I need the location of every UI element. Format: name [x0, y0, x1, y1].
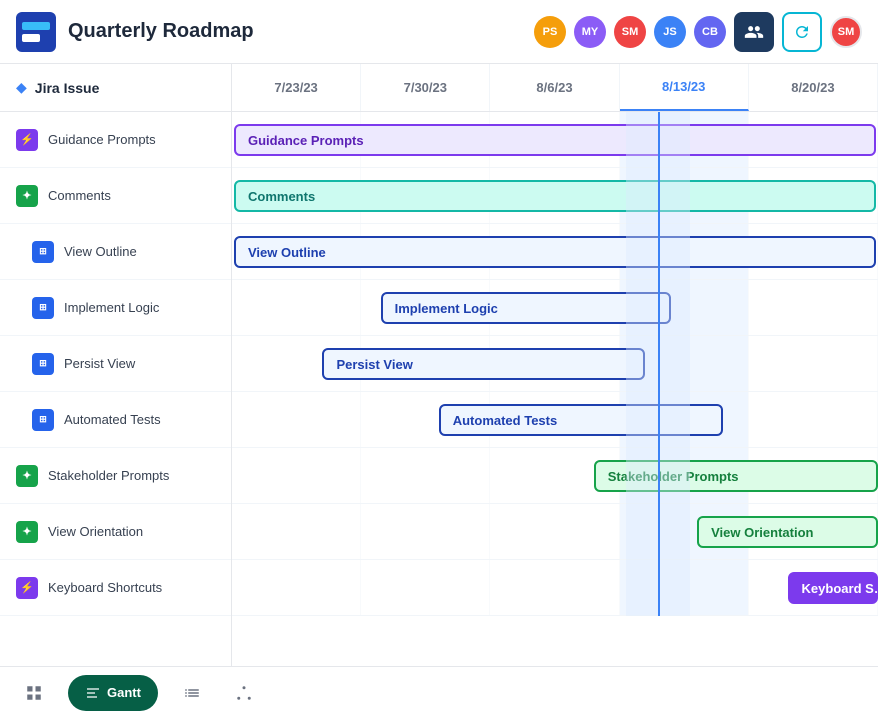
bar-view-orientation[interactable]: View Orientation	[697, 516, 878, 548]
user-avatar[interactable]: SM	[830, 16, 862, 48]
gantt-cell	[361, 504, 490, 559]
app-title: Quarterly Roadmap	[68, 20, 254, 43]
app-logo	[16, 12, 56, 52]
keyboard-shortcuts-label: Keyboard Shortcuts	[48, 580, 162, 595]
gantt-cell	[490, 560, 619, 615]
gantt-cell	[232, 280, 361, 335]
gantt-cell	[232, 560, 361, 615]
gantt-row-stakeholder-prompts: Stakeholder Prompts	[232, 448, 878, 504]
main-content: ◆ Jira Issue ⚡ Guidance Prompts ✦ Commen…	[0, 64, 878, 666]
gantt-row-automated-tests: Automated Tests	[232, 392, 878, 448]
bottom-toolbar: Gantt	[0, 666, 878, 718]
people-button[interactable]	[734, 12, 774, 52]
sidebar-item-view-outline[interactable]: ⊞ View Outline	[0, 224, 231, 280]
gantt-cell	[232, 448, 361, 503]
bar-automated-tests[interactable]: Automated Tests	[439, 404, 723, 436]
comments-icon: ✦	[16, 185, 38, 207]
view-outline-label: View Outline	[64, 244, 137, 259]
bar-keyboard-shortcuts[interactable]: Keyboard S…	[788, 572, 878, 604]
sidebar-item-guidance-prompts[interactable]: ⚡ Guidance Prompts	[0, 112, 231, 168]
stakeholder-prompts-label: Stakeholder Prompts	[48, 468, 169, 483]
gantt-row-view-orientation: View Orientation	[232, 504, 878, 560]
header-left: Quarterly Roadmap	[16, 12, 254, 52]
bar-guidance-prompts[interactable]: Guidance Prompts	[234, 124, 876, 156]
bar-stakeholder-prompts[interactable]: Stakeholder Prompts	[594, 460, 878, 492]
automated-tests-icon: ⊞	[32, 409, 54, 431]
grid-view-button[interactable]	[16, 675, 52, 711]
gantt-view-button[interactable]: Gantt	[68, 675, 158, 711]
guidance-prompts-icon: ⚡	[16, 129, 38, 151]
col-date-3: 8/6/23	[490, 64, 619, 111]
implement-logic-icon: ⊞	[32, 297, 54, 319]
gantt-body: Guidance Prompts Comments View Outline	[232, 112, 878, 616]
gantt-row-guidance-prompts: Guidance Prompts	[232, 112, 878, 168]
gantt-header: 7/23/23 7/30/23 8/6/23 8/13/23 8/20/23	[232, 64, 878, 112]
stakeholder-prompts-icon: ✦	[16, 465, 38, 487]
gantt-row-keyboard-shortcuts: Keyboard S…	[232, 560, 878, 616]
gantt-cell	[361, 448, 490, 503]
sidebar-header: ◆ Jira Issue	[0, 64, 231, 112]
sidebar-item-persist-view[interactable]: ⊞ Persist View	[0, 336, 231, 392]
sidebar-item-implement-logic[interactable]: ⊞ Implement Logic	[0, 280, 231, 336]
node-view-button[interactable]	[226, 675, 262, 711]
gantt-row-persist-view: Persist View	[232, 336, 878, 392]
sidebar-header-label: Jira Issue	[35, 80, 100, 96]
refresh-button[interactable]	[782, 12, 822, 52]
comments-label: Comments	[48, 188, 111, 203]
avatar-ps[interactable]: PS	[534, 16, 566, 48]
view-outline-icon: ⊞	[32, 241, 54, 263]
avatar-js[interactable]: JS	[654, 16, 686, 48]
gantt-cell	[749, 280, 878, 335]
gantt-cell	[232, 392, 361, 447]
col-date-4: 8/13/23	[620, 64, 749, 111]
sidebar: ◆ Jira Issue ⚡ Guidance Prompts ✦ Commen…	[0, 64, 232, 666]
gantt-cell	[361, 560, 490, 615]
app-header: Quarterly Roadmap PS MY SM JS CB SM	[0, 0, 878, 64]
avatar-my[interactable]: MY	[574, 16, 606, 48]
persist-view-label: Persist View	[64, 356, 135, 371]
sidebar-item-keyboard-shortcuts[interactable]: ⚡ Keyboard Shortcuts	[0, 560, 231, 616]
gantt-cell	[490, 504, 619, 559]
jira-icon: ◆	[16, 79, 27, 96]
automated-tests-label: Automated Tests	[64, 412, 161, 427]
bar-implement-logic[interactable]: Implement Logic	[381, 292, 672, 324]
sidebar-item-stakeholder-prompts[interactable]: ✦ Stakeholder Prompts	[0, 448, 231, 504]
sidebar-item-comments[interactable]: ✦ Comments	[0, 168, 231, 224]
gantt-row-view-outline: View Outline	[232, 224, 878, 280]
gantt-label: Gantt	[107, 685, 141, 700]
view-orientation-icon: ✦	[16, 521, 38, 543]
gantt-cell	[232, 504, 361, 559]
gantt-row-implement-logic: Implement Logic	[232, 280, 878, 336]
gantt-row-comments: Comments	[232, 168, 878, 224]
avatar-cb[interactable]: CB	[694, 16, 726, 48]
guidance-prompts-label: Guidance Prompts	[48, 132, 156, 147]
header-right: PS MY SM JS CB SM	[534, 12, 862, 52]
keyboard-shortcuts-icon: ⚡	[16, 577, 38, 599]
bar-view-outline[interactable]: View Outline	[234, 236, 876, 268]
view-orientation-label: View Orientation	[48, 524, 143, 539]
list-view-button[interactable]	[174, 675, 210, 711]
bar-comments[interactable]: Comments	[234, 180, 876, 212]
gantt-cell	[620, 560, 749, 615]
col-date-5: 8/20/23	[749, 64, 878, 111]
bar-persist-view[interactable]: Persist View	[322, 348, 645, 380]
sidebar-item-automated-tests[interactable]: ⊞ Automated Tests	[0, 392, 231, 448]
avatar-sm[interactable]: SM	[614, 16, 646, 48]
sidebar-item-view-orientation[interactable]: ✦ View Orientation	[0, 504, 231, 560]
persist-view-icon: ⊞	[32, 353, 54, 375]
col-date-2: 7/30/23	[361, 64, 490, 111]
col-date-1: 7/23/23	[232, 64, 361, 111]
implement-logic-label: Implement Logic	[64, 300, 159, 315]
gantt-cell	[749, 336, 878, 391]
gantt-chart: 7/23/23 7/30/23 8/6/23 8/13/23 8/20/23 G…	[232, 64, 878, 666]
gantt-cell	[749, 392, 878, 447]
